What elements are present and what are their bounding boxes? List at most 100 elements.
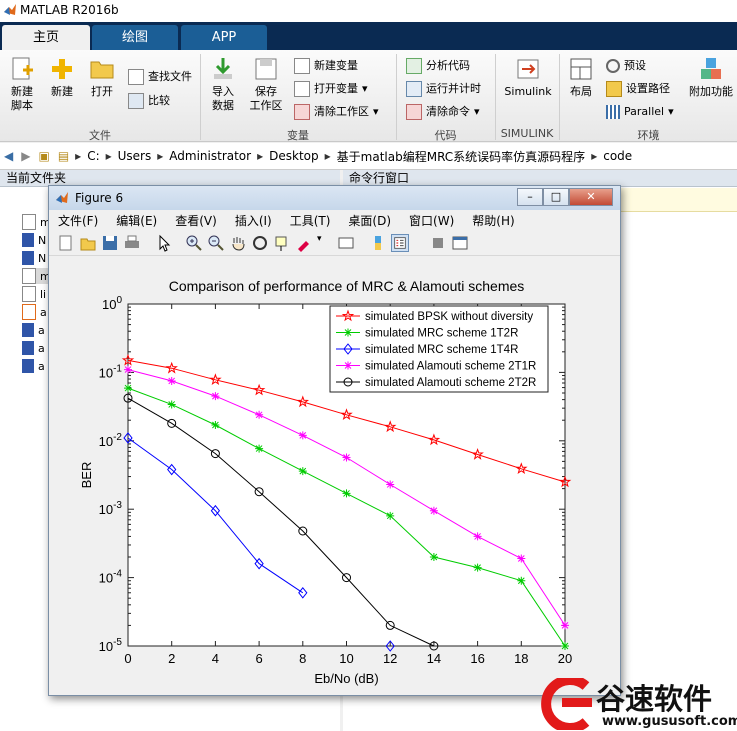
zoom-in-icon[interactable] (185, 234, 203, 252)
select-arrow-icon[interactable] (155, 234, 173, 252)
menu-insert[interactable]: 插入(I) (226, 212, 281, 229)
tab-plots[interactable]: 绘图 (92, 25, 178, 50)
minimize-button[interactable]: – (517, 188, 543, 206)
open-file-icon[interactable] (79, 234, 97, 252)
import-icon (214, 58, 232, 79)
list-item[interactable]: a (22, 322, 45, 338)
list-item[interactable]: li (22, 286, 46, 302)
zoom-out-icon[interactable] (207, 234, 225, 252)
marker-star (124, 384, 132, 393)
x-tick-label: 18 (514, 651, 528, 666)
save-icon[interactable] (101, 234, 119, 252)
menu-view[interactable]: 查看(V) (166, 212, 226, 229)
ber-chart[interactable]: 0 2 4 6 8 10 12 14 16 18 20 10-5 10-4 10-3 10-2 10-1 100… (55, 260, 614, 691)
find-files-icon (128, 69, 144, 85)
data-cursor-icon[interactable] (273, 234, 291, 252)
set-path-button[interactable]: 设置路径 (606, 80, 670, 98)
find-files-button[interactable]: 查找文件 (128, 68, 192, 86)
new-script-button[interactable]: 新建 脚本 (4, 56, 40, 113)
save-workspace-button[interactable]: 保存 工作区 (246, 56, 286, 113)
list-item[interactable]: a (22, 358, 45, 374)
clear-workspace-button[interactable]: 清除工作区 ▾ (294, 103, 379, 121)
figure-window[interactable]: Figure 6 – □ ✕ 文件(F) 编辑(E) 查看(V) 插入(I) 工… (48, 185, 621, 696)
menu-edit[interactable]: 编辑(E) (107, 212, 166, 229)
file-name: N (38, 251, 47, 265)
breadcrumb-administrator[interactable]: Administrator (165, 149, 255, 163)
simulink-button[interactable]: Simulink (500, 56, 556, 99)
maximize-button[interactable]: □ (543, 188, 569, 206)
rotate-3d-icon[interactable] (251, 234, 269, 252)
hide-plot-tools-icon[interactable] (429, 234, 447, 252)
print-icon[interactable] (123, 234, 141, 252)
breadcrumb-drive[interactable]: C: (83, 149, 103, 163)
open-button[interactable]: 打开 (84, 56, 120, 99)
tab-home[interactable]: 主页 (2, 25, 90, 50)
new-button[interactable]: 新建 (44, 56, 80, 99)
data-point (342, 453, 351, 462)
close-button[interactable]: ✕ (569, 188, 613, 206)
menu-help[interactable]: 帮助(H) (463, 212, 523, 229)
separator: ▸ (105, 149, 112, 163)
compare-button[interactable]: 比较 (128, 92, 170, 110)
list-item[interactable]: N (22, 250, 46, 266)
colorbar-icon[interactable] (369, 234, 387, 252)
preferences-button[interactable]: 预设 (606, 57, 646, 75)
tab-apps[interactable]: APP (181, 25, 267, 50)
menu-desktop[interactable]: 桌面(D) (339, 212, 400, 229)
figure-titlebar[interactable]: Figure 6 – □ ✕ (49, 186, 620, 210)
forward-arrow-icon[interactable]: ▶ (17, 149, 34, 163)
layout-button[interactable]: 布局 (564, 56, 598, 99)
x-tick-label: 16 (470, 651, 484, 666)
add-ons-button[interactable]: 附加功能 (688, 56, 734, 99)
clear-commands-button[interactable]: 清除命令 ▾ (406, 103, 480, 121)
import-data-button[interactable]: 导入 数据 (204, 56, 242, 113)
legend-entry: simulated Alamouti scheme 2T1R (365, 361, 536, 373)
data-point (473, 563, 482, 572)
analyze-code-button[interactable]: 分析代码 (406, 57, 470, 75)
data-point (255, 444, 264, 453)
file-name: li (40, 287, 47, 301)
browse-folder-icon[interactable]: ▤ (54, 149, 73, 163)
y-tick-label: 10-2 (99, 432, 123, 449)
data-point (298, 467, 307, 476)
brush-icon[interactable] (295, 234, 313, 252)
marker-star (429, 506, 438, 515)
x-tick-label: 6 (255, 651, 262, 666)
ribbon-tabs: 主页 绘图 APP (0, 22, 737, 50)
data-point (167, 400, 176, 409)
breadcrumb-desktop[interactable]: Desktop (265, 149, 323, 163)
list-item[interactable]: a (22, 304, 47, 320)
x-tick-label: 12 (383, 651, 397, 666)
matlab-file-icon (22, 268, 36, 284)
link-plot-icon[interactable] (337, 234, 355, 252)
x-tick-label: 2 (168, 651, 175, 666)
legend-entry: simulated MRC scheme 1T2R (365, 328, 518, 340)
breadcrumb-code[interactable]: code (599, 149, 636, 163)
new-figure-icon[interactable] (57, 234, 75, 252)
marker-star (298, 431, 307, 440)
run-and-time-button[interactable]: 运行并计时 (406, 80, 481, 98)
breadcrumb-project[interactable]: 基于matlab编程MRC系统误码率仿真源码程序 (333, 148, 590, 165)
up-folder-icon[interactable]: ▣ (34, 149, 53, 163)
compare-icon (128, 93, 144, 109)
menu-window[interactable]: 窗口(W) (400, 212, 463, 229)
variable-group-label: 变量 (287, 129, 309, 142)
breadcrumb-users[interactable]: Users (114, 149, 156, 163)
show-plot-tools-icon[interactable] (451, 234, 469, 252)
figure-menubar: 文件(F) 编辑(E) 查看(V) 插入(I) 工具(T) 桌面(D) 窗口(W… (49, 210, 620, 230)
chevron-down-icon[interactable]: ▾ (317, 234, 322, 244)
address-bar[interactable]: ◀ ▶ ▣ ▤ ▸ C: ▸ Users ▸ Administrator ▸ D… (0, 143, 737, 170)
list-item[interactable]: m (22, 214, 51, 230)
open-variable-button[interactable]: 打开变量 ▾ (294, 80, 368, 98)
new-variable-button[interactable]: 新建变量 (294, 57, 358, 75)
marker-star (344, 361, 352, 370)
legend-icon[interactable] (391, 234, 409, 252)
menu-tools[interactable]: 工具(T) (281, 212, 340, 229)
back-arrow-icon[interactable]: ◀ (0, 149, 17, 163)
plot-area[interactable]: 0 2 4 6 8 10 12 14 16 18 20 10-5 10-4 10-3 10-2 10-1 100… (55, 260, 614, 691)
list-item[interactable]: N (22, 232, 46, 248)
menu-file[interactable]: 文件(F) (49, 212, 107, 229)
list-item[interactable]: a (22, 340, 45, 356)
pan-hand-icon[interactable] (229, 234, 247, 252)
parallel-button[interactable]: Parallel ▾ (606, 103, 674, 121)
